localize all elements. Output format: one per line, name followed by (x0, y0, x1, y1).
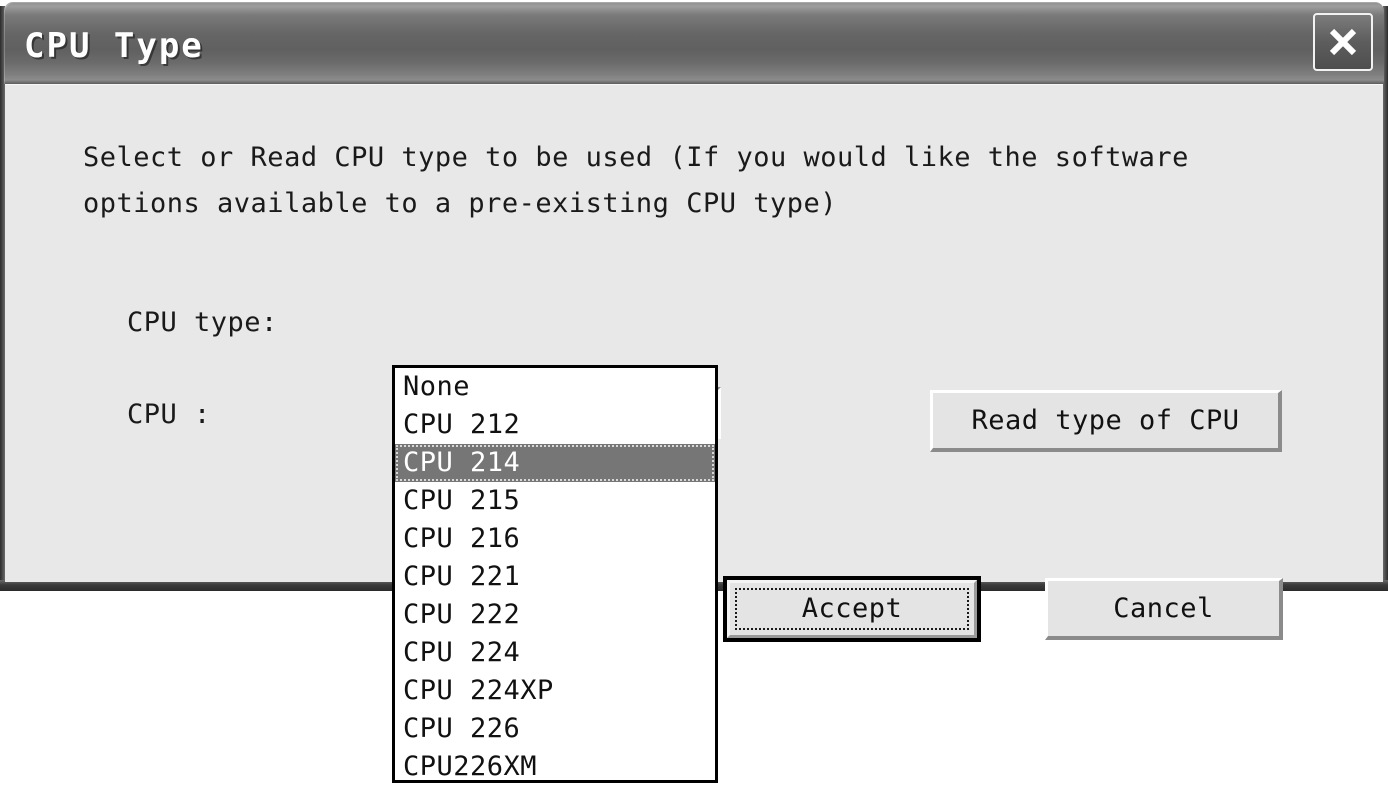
title-bar[interactable]: CPU Type (4, 2, 1384, 84)
dropdown-option[interactable]: CPU 221 (395, 558, 715, 596)
window-frame-right (1383, 6, 1388, 591)
window-title: CPU Type (24, 26, 204, 66)
instruction-line-1: Select or Read CPU type to be used (If y… (83, 142, 1189, 173)
dropdown-option[interactable]: CPU 224XP (395, 672, 715, 710)
accept-button-label: Accept (727, 580, 977, 638)
dropdown-option[interactable]: None (395, 368, 715, 406)
accept-button[interactable]: Accept (723, 576, 981, 642)
read-type-of-cpu-button[interactable]: Read type of CPU (930, 390, 1282, 452)
cancel-button[interactable]: Cancel (1045, 578, 1283, 640)
dropdown-option[interactable]: CPU 212 (395, 406, 715, 444)
dropdown-option[interactable]: CPU 216 (395, 520, 715, 558)
dropdown-option[interactable]: CPU 224 (395, 634, 715, 672)
dropdown-option[interactable]: CPU 214 (395, 444, 715, 482)
close-button[interactable] (1313, 13, 1373, 71)
cpu-type-dropdown-list[interactable]: None CPU 212 CPU 214 CPU 215 CPU 216 CPU 221 C… (392, 365, 718, 783)
cpu-type-label: CPU type: (127, 307, 278, 338)
dropdown-option[interactable]: CPU 215 (395, 482, 715, 520)
dropdown-option[interactable]: CPU 222 (395, 596, 715, 634)
cpu-label: CPU : (127, 399, 211, 430)
dropdown-option[interactable]: CPU 226 (395, 710, 715, 748)
instruction-line-2: options available to a pre-existing CPU … (83, 188, 837, 219)
focus-rectangle (735, 588, 969, 630)
cpu-type-dialog: CPU Type Select or Read CPU type to be u… (0, 0, 1388, 783)
close-icon (1329, 28, 1357, 56)
dropdown-option[interactable]: CPU226XM (395, 748, 715, 780)
